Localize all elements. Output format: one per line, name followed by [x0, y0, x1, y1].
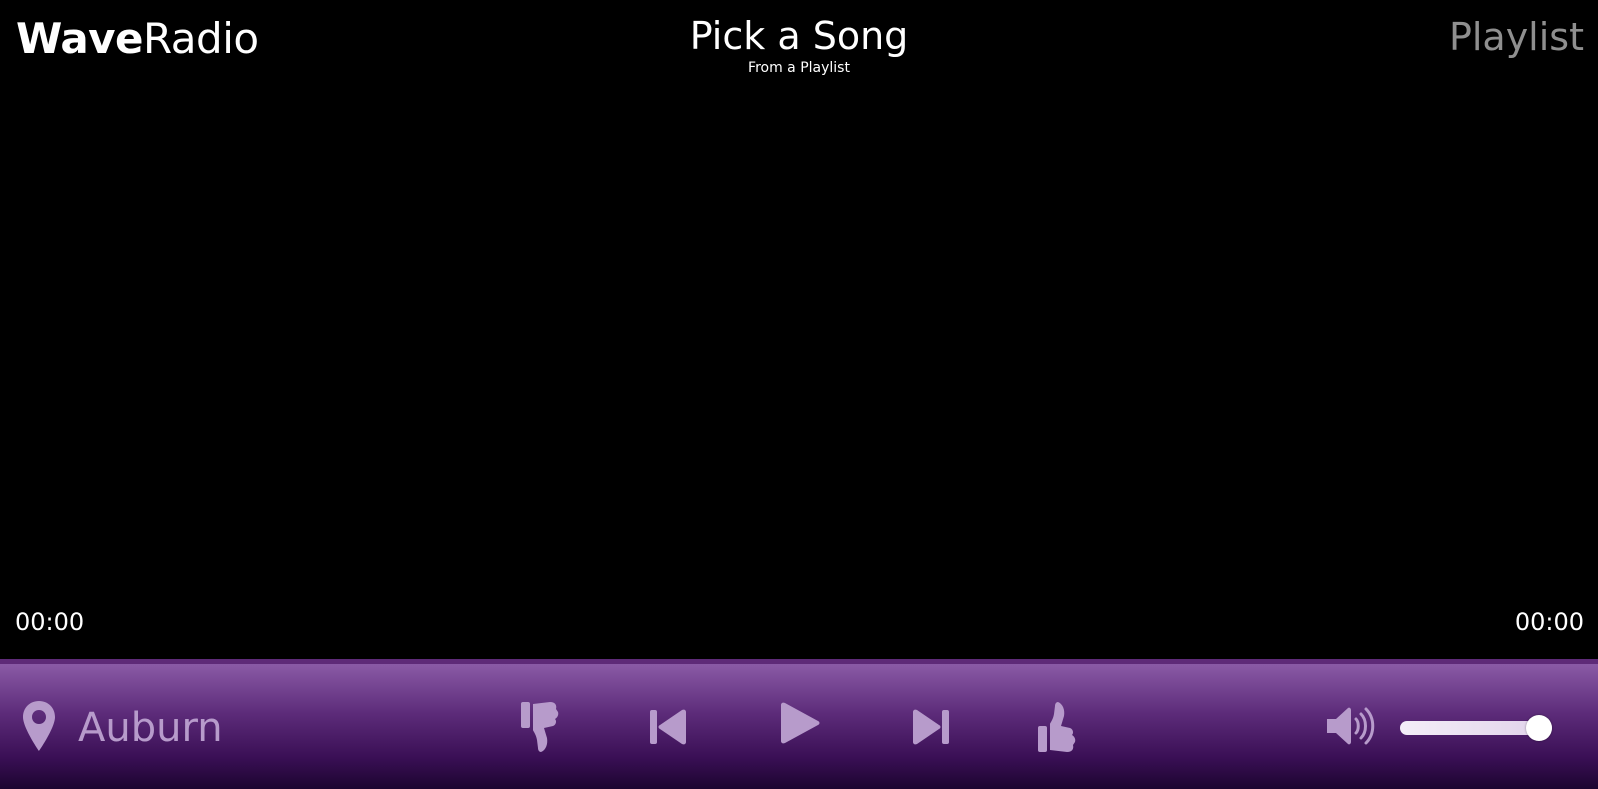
- location-display[interactable]: Auburn: [22, 700, 223, 756]
- thumbs-down-icon: [520, 700, 560, 754]
- map-pin-icon: [22, 700, 56, 756]
- now-playing-header: Pick a Song From a Playlist: [0, 14, 1598, 76]
- song-title: Pick a Song: [689, 14, 909, 58]
- elapsed-time: 00:00: [15, 608, 85, 636]
- next-track-button[interactable]: [912, 709, 950, 745]
- skip-forward-icon: [912, 709, 950, 745]
- play-icon: [780, 702, 820, 744]
- dislike-button[interactable]: [520, 700, 560, 754]
- playlist-link[interactable]: Playlist: [1449, 18, 1584, 56]
- location-name: Auburn: [78, 705, 223, 751]
- volume-high-icon: [1326, 707, 1376, 750]
- play-button[interactable]: [780, 702, 820, 744]
- like-button[interactable]: [1037, 700, 1077, 754]
- thumbs-up-icon: [1037, 700, 1077, 754]
- skip-back-icon: [649, 709, 687, 745]
- player-control-bar: Auburn: [0, 659, 1598, 789]
- song-subtitle: From a Playlist: [748, 59, 850, 76]
- volume-slider[interactable]: [1400, 715, 1552, 741]
- volume-button[interactable]: [1326, 706, 1376, 750]
- app-page: WaveRadio Pick a Song From a Playlist Pl…: [0, 0, 1598, 789]
- total-time: 00:00: [1514, 608, 1584, 636]
- volume-thumb[interactable]: [1526, 715, 1552, 741]
- previous-track-button[interactable]: [649, 709, 687, 745]
